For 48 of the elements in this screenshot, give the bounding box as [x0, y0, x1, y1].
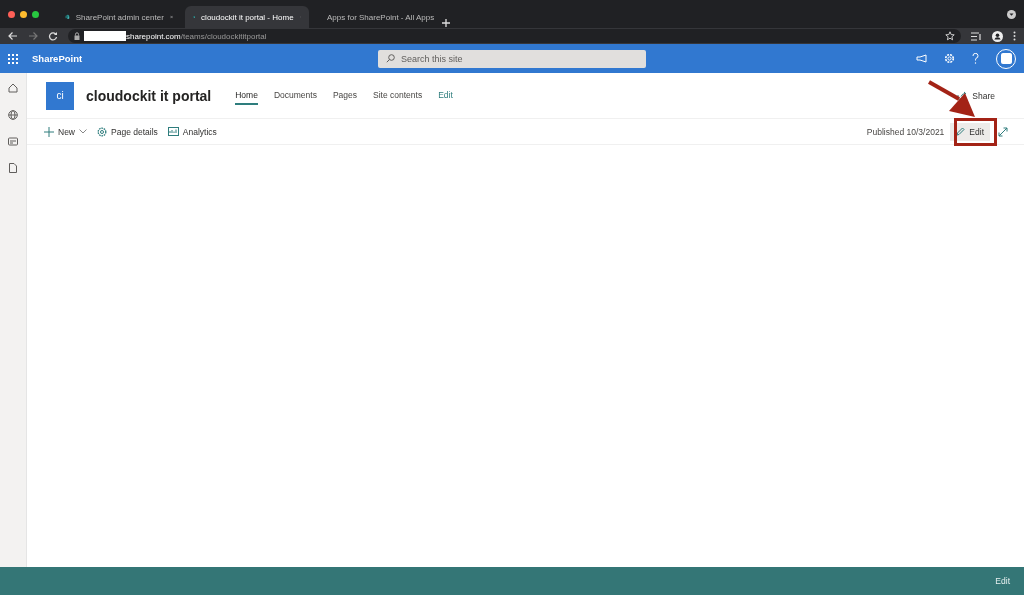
- footer-edit-link[interactable]: Edit: [995, 576, 1010, 586]
- profile-avatar[interactable]: [996, 48, 1016, 69]
- new-tab-icon[interactable]: [441, 18, 451, 28]
- command-button[interactable]: New: [43, 126, 88, 137]
- site-title[interactable]: cloudockit it portal: [86, 87, 212, 104]
- nav-link[interactable]: Home: [235, 86, 258, 105]
- site-logo: ci: [46, 81, 74, 110]
- nav-link[interactable]: Pages: [332, 86, 358, 105]
- search-icon: [386, 54, 395, 63]
- nav-link[interactable]: Documents: [273, 86, 317, 105]
- forward-icon[interactable]: [28, 31, 38, 41]
- app-launcher-icon[interactable]: [8, 53, 18, 64]
- edit-link[interactable]: Edit: [438, 86, 453, 105]
- dropdown-icon[interactable]: [1007, 9, 1016, 19]
- highlight-box: [954, 118, 997, 146]
- app-name[interactable]: SharePoint: [32, 53, 332, 64]
- expand-icon[interactable]: [998, 126, 1008, 137]
- more-icon[interactable]: [1013, 31, 1016, 41]
- url-text: sharepoint.com/teams/cloudockititportal: [126, 31, 267, 41]
- star-icon[interactable]: [945, 31, 955, 41]
- pencil-icon: [956, 127, 966, 136]
- nav-link[interactable]: Site contents: [373, 86, 423, 105]
- lock-icon: [74, 32, 80, 40]
- redaction-block: [84, 31, 126, 41]
- search-field[interactable]: Search this site: [378, 49, 646, 68]
- media-queue-icon[interactable]: [971, 31, 982, 41]
- news-icon[interactable]: [8, 137, 18, 146]
- document-icon[interactable]: [9, 163, 17, 173]
- edit-button[interactable]: Edit: [950, 122, 990, 141]
- published-date: Published 10/3/2021: [866, 126, 945, 137]
- chevron-down-icon: [79, 129, 87, 134]
- gear-icon: [97, 126, 107, 137]
- help-icon[interactable]: [972, 53, 979, 64]
- command-button[interactable]: Page details: [96, 126, 159, 137]
- globe-icon[interactable]: [8, 110, 18, 120]
- back-icon[interactable]: [8, 31, 18, 41]
- browser-tab[interactable]: cloudockit it portal - Home: [185, 6, 309, 28]
- chart-icon: [167, 127, 179, 136]
- browser-tab[interactable]: Apps for SharePoint - All Apps: [313, 6, 437, 28]
- plus-icon: [44, 126, 54, 137]
- profile-icon[interactable]: [992, 30, 1003, 42]
- home-icon[interactable]: [8, 83, 18, 93]
- browser-tab[interactable]: SharePoint admin center: [57, 6, 181, 28]
- command-button[interactable]: Analytics: [166, 126, 218, 137]
- address-bar[interactable]: sharepoint.com/teams/cloudockititportal: [68, 29, 961, 43]
- settings-icon[interactable]: [944, 53, 955, 64]
- reload-icon[interactable]: [48, 31, 58, 41]
- megaphone-icon[interactable]: [916, 54, 927, 63]
